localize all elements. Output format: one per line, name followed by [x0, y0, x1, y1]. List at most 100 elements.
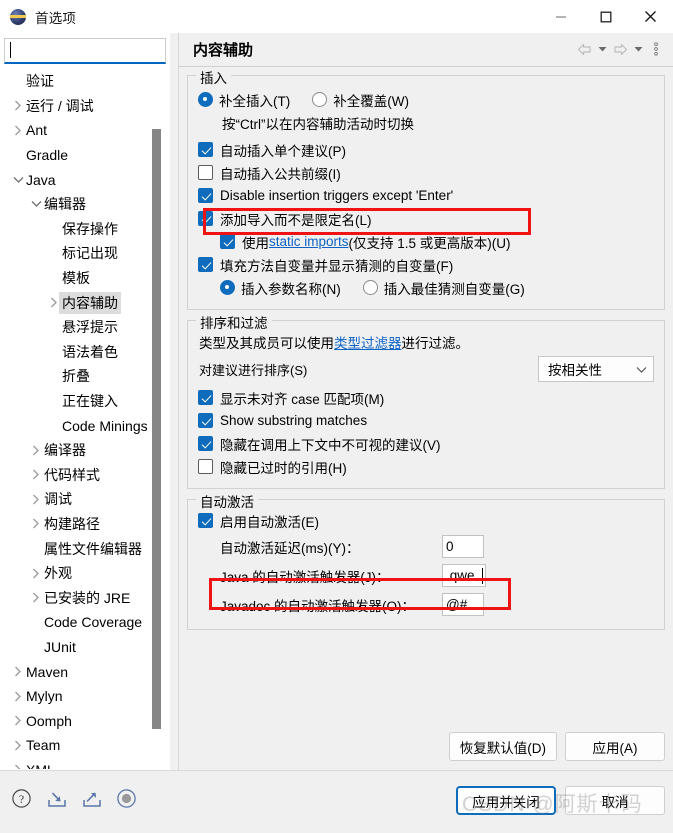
sidebar-item-17[interactable]: 调试 [0, 487, 157, 512]
sidebar-item-6[interactable]: 保存操作 [0, 217, 157, 242]
row-hide-deprecated-references: 隐藏已过时的引用(H) [198, 455, 654, 478]
checkbox-show-unaligned-case-matches[interactable] [198, 390, 213, 405]
checkbox-use-static-imports[interactable] [220, 234, 235, 249]
sidebar-item-28[interactable]: XML [0, 758, 157, 769]
chevron-right-icon[interactable] [28, 518, 44, 529]
apply-and-close-button[interactable]: 应用并关闭 [456, 786, 556, 815]
auto-activation-delay-input[interactable]: 0 [442, 535, 484, 558]
sidebar-item-20[interactable]: 外观 [0, 561, 157, 586]
forward-arrow-icon[interactable] [611, 39, 629, 61]
checkbox-enable-auto-activation[interactable] [198, 513, 213, 528]
sidebar-item-24[interactable]: Maven [0, 659, 157, 684]
back-chevron-down-icon[interactable] [595, 39, 609, 61]
chevron-right-icon[interactable] [10, 125, 26, 136]
sort-proposals-select[interactable]: 按相关性 [538, 356, 654, 382]
sidebar-item-15[interactable]: 编译器 [0, 438, 157, 463]
java-trigger-label: Java 的自动激活触发器(J)： [220, 569, 390, 585]
checkbox-insert-common-prefix[interactable] [198, 165, 213, 180]
restore-defaults-button[interactable]: 恢复默认值(D) [448, 732, 557, 761]
chevron-right-icon[interactable] [10, 715, 26, 726]
sidebar-item-26[interactable]: Oomph [0, 708, 157, 733]
sidebar-item-16[interactable]: 代码样式 [0, 463, 157, 488]
insertion-hint: 按“Ctrl”以在内容辅助活动时切换 [222, 116, 414, 132]
chevron-down-icon[interactable] [10, 176, 26, 184]
sidebar-item-0[interactable]: 验证 [0, 69, 157, 94]
back-arrow-icon[interactable] [575, 39, 593, 61]
chevron-right-icon[interactable] [28, 568, 44, 579]
sidebar-scrollbar[interactable] [150, 69, 163, 769]
apply-button[interactable]: 应用(A) [565, 732, 665, 761]
help-icon[interactable]: ? [8, 785, 35, 812]
sidebar-item-label: Ant [26, 122, 48, 139]
sidebar-item-18[interactable]: 构建路径 [0, 512, 157, 537]
sidebar-item-11[interactable]: 语法着色 [0, 340, 157, 365]
chevron-down-icon[interactable] [28, 200, 44, 208]
checkbox-hide-invisible-proposals[interactable] [198, 436, 213, 451]
radio-insert-parameter-names[interactable] [220, 280, 235, 295]
sidebar-item-label: 语法着色 [62, 343, 118, 360]
sidebar: 验证 运行 / 调试 Ant Gradle Java 编辑器 保存操作 标记出现 模板 内容辅助悬… [0, 33, 170, 770]
sidebar-item-3[interactable]: Gradle [0, 143, 157, 168]
search-input[interactable] [4, 38, 166, 64]
forward-chevron-down-icon[interactable] [631, 39, 645, 61]
radio-completion-inserts[interactable] [198, 92, 213, 107]
sidebar-item-9[interactable]: 内容辅助 [0, 290, 157, 315]
sidebar-item-23[interactable]: JUnit [0, 635, 157, 660]
type-filters-link[interactable]: 类型过滤器 [334, 332, 402, 352]
javadoc-trigger-input[interactable]: @# [442, 593, 484, 616]
radio-completion-overwrites-label: 补全覆盖(W) [333, 93, 409, 109]
radio-insert-best-guess[interactable] [362, 280, 378, 295]
sidebar-item-25[interactable]: Mylyn [0, 684, 157, 709]
preferences-tree[interactable]: 验证 运行 / 调试 Ant Gradle Java 编辑器 保存操作 标记出现 模板 内容辅助悬… [0, 69, 170, 769]
sidebar-item-5[interactable]: 编辑器 [0, 192, 157, 217]
chevron-right-icon[interactable] [10, 691, 26, 702]
sidebar-item-label: 悬浮提示 [62, 319, 118, 336]
radio-completion-overwrites[interactable] [312, 92, 328, 107]
checkbox-add-import[interactable] [198, 211, 213, 226]
checkbox-disable-insertion-triggers[interactable] [198, 188, 213, 203]
group-sorting-filtering: 排序和过滤 类型及其成员可以使用 类型过滤器 进行过滤。 对建议进行排序(S) … [187, 312, 665, 489]
chevron-right-icon[interactable] [10, 100, 26, 111]
sidebar-item-21[interactable]: 已安装的 JRE [0, 585, 157, 610]
chevron-right-icon[interactable] [10, 740, 26, 751]
checkbox-fill-method-arguments[interactable] [198, 257, 213, 272]
sidebar-item-13[interactable]: 正在键入 [0, 389, 157, 414]
sidebar-item-8[interactable]: 模板 [0, 266, 157, 291]
minimize-button[interactable] [538, 0, 583, 33]
sidebar-item-7[interactable]: 标记出现 [0, 241, 157, 266]
maximize-button[interactable] [583, 0, 628, 33]
sidebar-item-1[interactable]: 运行 / 调试 [0, 94, 157, 119]
chevron-right-icon[interactable] [28, 494, 44, 505]
checkbox-hide-deprecated-references[interactable] [198, 459, 213, 474]
more-menu-icon[interactable] [647, 39, 665, 61]
toggle-icon[interactable] [113, 785, 140, 812]
static-imports-link[interactable]: static imports [269, 234, 349, 249]
sidebar-scrollbar-thumb[interactable] [152, 129, 161, 729]
chevron-right-icon[interactable] [28, 592, 44, 603]
sidebar-item-10[interactable]: 悬浮提示 [0, 315, 157, 340]
sidebar-item-22[interactable]: Code Coverage [0, 610, 157, 635]
group-auto-activation-title: 自动激活 [196, 491, 258, 511]
import-icon[interactable] [43, 785, 70, 812]
chevron-right-icon[interactable] [28, 469, 44, 480]
radio-insert-best-guess-label: 插入最佳猜测自变量(G) [383, 281, 525, 297]
java-trigger-input[interactable]: .qwe [442, 564, 486, 587]
chevron-right-icon[interactable] [10, 666, 26, 677]
cancel-button[interactable]: 取消 [565, 786, 665, 815]
sidebar-item-27[interactable]: Team [0, 733, 157, 758]
sidebar-item-4[interactable]: Java [0, 167, 157, 192]
export-icon[interactable] [78, 785, 105, 812]
group-sorting-filtering-title: 排序和过滤 [196, 312, 272, 332]
search-field-wrapper [4, 38, 166, 64]
row-show-substring-matches: Show substring matches [198, 409, 654, 432]
checkbox-insert-single-proposal[interactable] [198, 142, 213, 157]
sidebar-item-19[interactable]: 属性文件编辑器 [0, 536, 157, 561]
checkbox-show-substring-matches[interactable] [198, 413, 213, 428]
sidebar-item-label: 外观 [44, 565, 72, 582]
sidebar-item-2[interactable]: Ant [0, 118, 157, 143]
close-button[interactable] [628, 0, 673, 33]
chevron-right-icon[interactable] [10, 764, 26, 769]
chevron-right-icon[interactable] [28, 445, 44, 456]
sidebar-item-12[interactable]: 折叠 [0, 364, 157, 389]
sidebar-item-14[interactable]: Code Minings [0, 413, 157, 438]
